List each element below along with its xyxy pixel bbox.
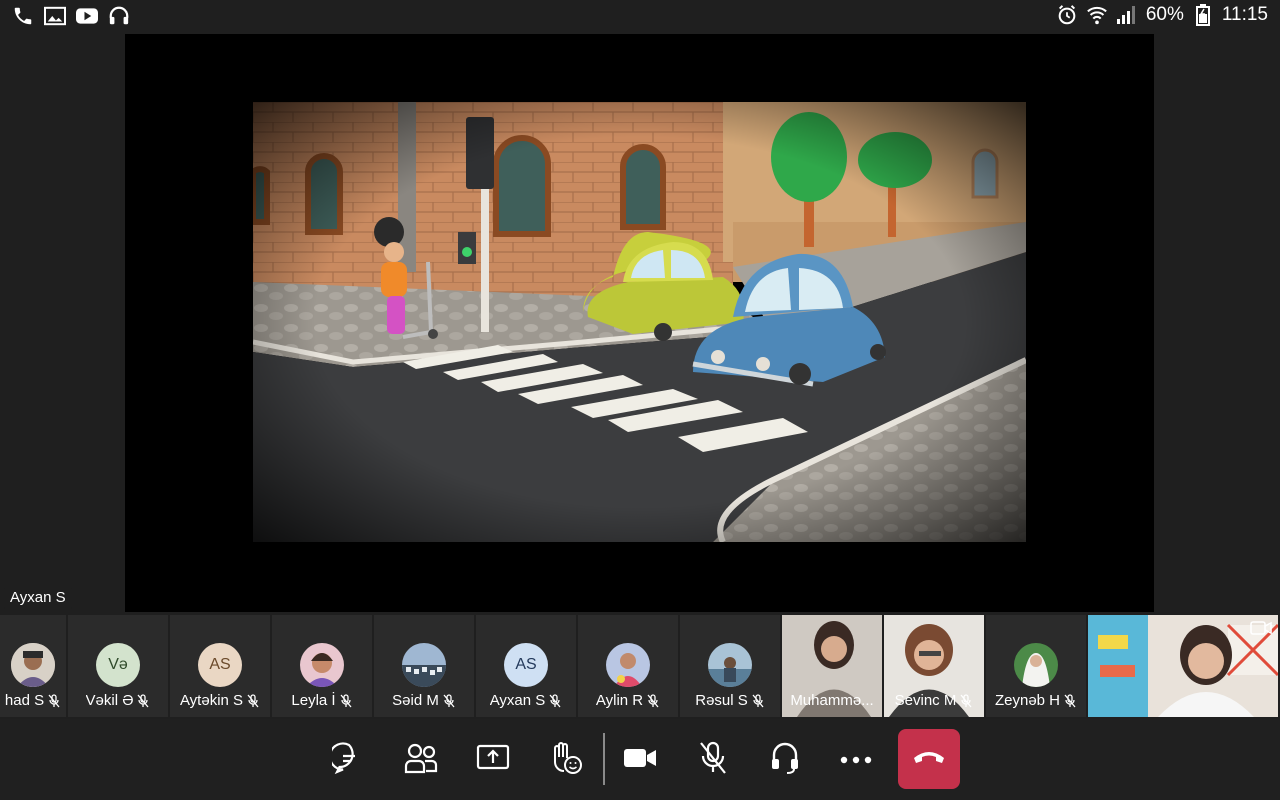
mute-button[interactable] — [688, 737, 738, 783]
avatar — [708, 643, 752, 687]
avatar: AS — [504, 643, 548, 687]
participants-icon — [403, 741, 439, 780]
share-icon — [476, 743, 510, 778]
battery-percent: 60% — [1145, 4, 1184, 25]
hang-up-button[interactable] — [898, 729, 960, 789]
participant-name: Leyla İ — [291, 692, 336, 709]
participant-name: Aytəkin S — [179, 692, 244, 709]
camera-icon — [623, 745, 657, 776]
share-button[interactable] — [468, 737, 518, 783]
more-icon — [840, 751, 872, 769]
avatar: AS — [198, 643, 242, 687]
shared-content-stage[interactable] — [125, 34, 1154, 612]
alarm-icon — [1056, 4, 1078, 26]
more-button[interactable] — [831, 737, 881, 783]
self-video-tile[interactable] — [1088, 615, 1278, 717]
audio-button[interactable] — [760, 737, 810, 783]
headset-icon — [770, 741, 800, 780]
headphones-icon — [108, 5, 130, 27]
presenter-name-tag: Ayxan S — [4, 586, 72, 610]
call-toolbar — [0, 719, 1280, 800]
participant-tile[interactable]: Aylin R — [578, 615, 678, 717]
participant-tile[interactable]: AS Ayxan S — [476, 615, 576, 717]
mic-off-icon — [646, 693, 660, 708]
avatar — [606, 643, 650, 687]
gallery-icon — [44, 5, 66, 27]
camera-switch-icon[interactable] — [1250, 619, 1272, 642]
raise-hand-icon — [547, 740, 583, 781]
participants-button[interactable] — [396, 737, 446, 783]
participant-name: Sevinc M — [894, 692, 957, 709]
mic-off-icon — [442, 693, 456, 708]
mic-off-icon — [339, 693, 353, 708]
chat-button[interactable] — [324, 737, 374, 783]
status-bar: 60% 11:15 — [0, 0, 1280, 34]
clock-time: 11:15 — [1221, 4, 1268, 25]
participant-tile[interactable]: Səid M — [374, 615, 474, 717]
participant-tile[interactable]: AS Aytəkin S — [170, 615, 270, 717]
battery-icon — [1192, 4, 1214, 26]
wifi-icon — [1086, 4, 1108, 26]
camera-button[interactable] — [615, 737, 665, 783]
participant-video-tile[interactable]: Sevinc M — [884, 615, 984, 717]
participant-name: Aylin R — [595, 692, 644, 709]
mic-off-icon — [47, 693, 61, 708]
toolbar-divider — [603, 733, 605, 785]
mic-off-icon — [959, 693, 973, 708]
participant-tile[interactable]: Leyla İ — [272, 615, 372, 717]
participant-name: Səid M — [392, 692, 439, 709]
avatar — [402, 643, 446, 687]
participant-tile[interactable]: Və Vəkil Ə — [68, 615, 168, 717]
avatar — [11, 643, 55, 687]
mic-off-icon — [246, 693, 260, 708]
youtube-icon — [76, 5, 98, 27]
participant-name: Ayxan S — [489, 692, 546, 709]
chat-icon — [328, 741, 366, 780]
participant-tile[interactable]: Zeynəb H — [986, 615, 1086, 717]
avatar — [1014, 643, 1058, 687]
participant-name: had S — [4, 692, 45, 709]
mic-off-icon — [548, 693, 562, 708]
mic-off-icon — [697, 741, 729, 780]
avatar: Və — [96, 643, 140, 687]
phone-icon — [12, 5, 34, 27]
participant-name: Rəsul S — [695, 692, 748, 709]
participant-name: Vəkil Ə — [85, 692, 134, 709]
participant-tile[interactable]: Rəsul S — [680, 615, 780, 717]
mic-off-icon — [751, 693, 765, 708]
participant-name: Muhammə... — [790, 692, 874, 709]
participant-name: Zeynəb H — [994, 692, 1061, 709]
mic-off-icon — [136, 693, 150, 708]
participant-strip[interactable]: had S Və Vəkil Ə AS Aytəkin S Leyla İ Sə… — [0, 615, 1280, 717]
participant-video-tile[interactable]: Muhammə... — [782, 615, 882, 717]
participant-tile[interactable]: had S — [0, 615, 66, 717]
hang-up-icon — [912, 749, 946, 770]
avatar — [300, 643, 344, 687]
raise-hand-button[interactable] — [540, 737, 590, 783]
shared-video-cartoon — [253, 102, 1026, 542]
signal-icon — [1116, 4, 1138, 26]
mic-off-icon — [1063, 693, 1077, 708]
